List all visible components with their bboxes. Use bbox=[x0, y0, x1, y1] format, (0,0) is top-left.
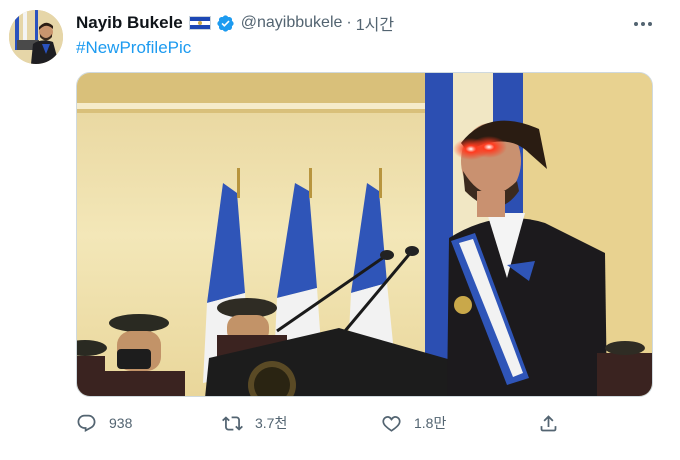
tweet-header: Nayib Bukele @nayibbukele · 1시간 bbox=[76, 12, 394, 34]
tweet-actions: 938 3.7천 1.8만 bbox=[76, 410, 653, 436]
retweet-count: 3.7천 bbox=[255, 415, 288, 431]
reply-count: 938 bbox=[109, 415, 133, 431]
reply-icon bbox=[77, 414, 96, 432]
verified-badge-icon bbox=[217, 14, 234, 32]
avatar-image bbox=[9, 10, 63, 64]
user-handle[interactable]: @nayibbukele bbox=[241, 14, 343, 32]
more-options-icon[interactable] bbox=[630, 14, 656, 34]
retweet-icon bbox=[222, 415, 243, 431]
share-icon bbox=[540, 414, 557, 431]
photo-image bbox=[77, 73, 652, 396]
share-button[interactable] bbox=[538, 410, 559, 436]
timestamp[interactable]: 1시간 bbox=[356, 11, 394, 35]
heart-icon bbox=[382, 415, 401, 432]
retweet-button[interactable]: 3.7천 bbox=[222, 410, 287, 436]
hashtag-link[interactable]: #NewProfilePic bbox=[76, 38, 191, 58]
like-button[interactable]: 1.8만 bbox=[381, 410, 446, 436]
tweet-photo[interactable] bbox=[76, 72, 653, 397]
tweet[interactable]: Nayib Bukele @nayibbukele · 1시간 #NewProf… bbox=[0, 0, 680, 460]
el-salvador-flag-icon bbox=[188, 16, 211, 30]
like-count: 1.8만 bbox=[414, 415, 447, 431]
separator-dot: · bbox=[346, 14, 352, 31]
avatar[interactable] bbox=[9, 10, 63, 64]
reply-button[interactable]: 938 bbox=[76, 410, 132, 436]
display-name[interactable]: Nayib Bukele bbox=[76, 13, 183, 33]
